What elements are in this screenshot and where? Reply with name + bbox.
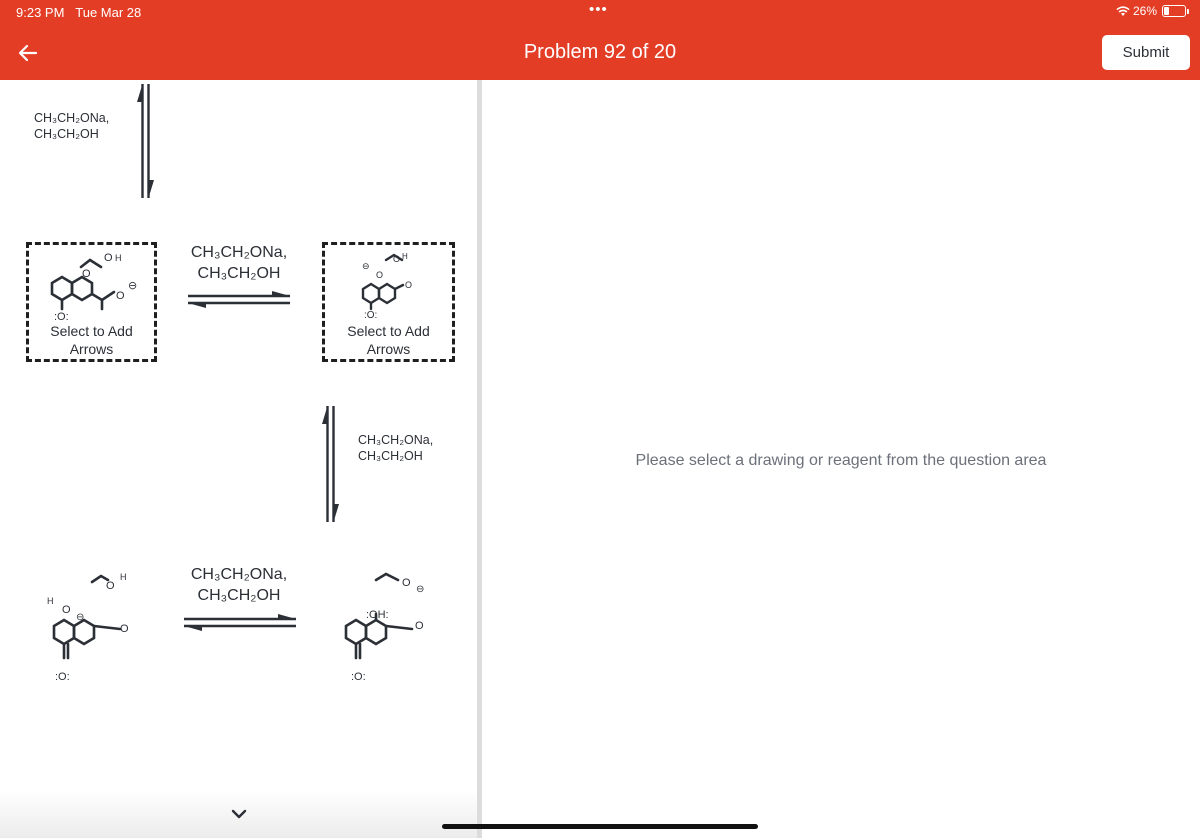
minus-charge: ⊖ (362, 261, 370, 271)
vertical-equilibrium-arrow-top (137, 84, 154, 198)
vertical-equilibrium-arrow-right (322, 406, 339, 522)
box-caption-right: Select to Add Arrows (325, 322, 452, 358)
reagent-right-line1: CH₃CH₂ONa, (358, 433, 434, 447)
reagent-bottom-line2: CH₃CH₂OH (197, 587, 281, 604)
reagent-middle[interactable]: CH₃CH₂ONa, CH₃CH₂OH (184, 242, 294, 284)
atom-h: H (120, 572, 127, 582)
battery-percent: 26% (1132, 4, 1157, 18)
battery-fill (1164, 7, 1169, 15)
chevron-down-icon[interactable] (231, 808, 247, 820)
atom-o: O (120, 623, 129, 635)
box-left-line1: Select to Add (50, 323, 133, 339)
molecule-right-box: O H O ⊖ O :O: (361, 252, 412, 321)
reagent-middle-line2: CH₃CH₂OH (197, 265, 281, 282)
atom-o: O (376, 270, 383, 280)
wifi-icon (1116, 5, 1130, 16)
molecule-bottom-left: O H H O ⊖ O :O: (47, 572, 129, 683)
minus-charge: ⊖ (76, 612, 84, 623)
box-right-line2: Arrows (366, 341, 411, 357)
arrow-box-left[interactable]: O O H O ⊖ :O: Select to Add Arrows (26, 242, 157, 362)
horizontal-equilibrium-arrow-middle (188, 291, 290, 308)
box-right-line1: Select to Add (347, 323, 430, 339)
home-indicator[interactable] (442, 824, 758, 829)
atom-o: O (405, 280, 412, 290)
submit-button[interactable]: Submit (1102, 35, 1190, 70)
molecule-left-box: O O H O ⊖ :O: (50, 252, 137, 323)
molecule-bottom-right: O ⊖ :OH: O :O: (344, 572, 424, 683)
atom-o: O (104, 252, 113, 264)
ring-oxygen: :O: (351, 671, 366, 683)
hydroxyl-group: :OH: (366, 609, 389, 621)
minus-charge: ⊖ (128, 280, 137, 292)
reagent-middle-line1: CH₃CH₂ONa, (190, 244, 288, 261)
horizontal-equilibrium-arrow-bottom (184, 614, 296, 631)
atom-o: O (106, 580, 115, 592)
app-header: 9:23 PM Tue Mar 28 ••• 26% Problem 92 of… (0, 0, 1200, 80)
workspace-placeholder: Please select a drawing or reagent from … (635, 452, 1047, 469)
reagent-bottom-line1: CH₃CH₂ONa, (190, 566, 288, 583)
atom-o: O (82, 268, 91, 280)
ring-oxygen: :O: (55, 671, 70, 683)
reagent-top[interactable]: CH₃CH₂ONa, CH₃CH₂OH (34, 110, 109, 142)
atom-o: O (415, 620, 424, 632)
arrow-box-right[interactable]: O H O ⊖ O :O: Select to Add Arrows (322, 242, 455, 362)
status-indicators: 26% (1116, 4, 1189, 18)
problem-title: Problem 92 of 20 (523, 41, 677, 63)
atom-o: O (62, 604, 71, 616)
minus-charge: ⊖ (416, 584, 424, 595)
status-date: Tue Mar 28 (75, 5, 142, 20)
box-caption-left: Select to Add Arrows (29, 322, 154, 358)
atom-h: H (47, 596, 54, 606)
reagent-right[interactable]: CH₃CH₂ONa, CH₃CH₂OH (358, 432, 433, 464)
status-time: 9:23 PM Tue Mar 28 (16, 5, 142, 20)
atom-h: H (402, 252, 408, 261)
atom-h: H (115, 253, 122, 263)
reagent-right-line2: CH₃CH₂OH (358, 449, 423, 463)
reagent-top-line1: CH₃CH₂ONa, (34, 111, 110, 125)
box-left-line2: Arrows (69, 341, 114, 357)
multitask-dots[interactable]: ••• (589, 1, 608, 18)
atom-o: O (402, 577, 411, 589)
atom-o: O (116, 290, 125, 302)
reagent-top-line2: CH₃CH₂OH (34, 127, 99, 141)
reagent-bottom[interactable]: CH₃CH₂ONa, CH₃CH₂OH (184, 564, 294, 606)
atom-o: O (393, 254, 400, 264)
battery-icon (1162, 5, 1189, 17)
ring-oxygen: :O: (364, 310, 377, 321)
